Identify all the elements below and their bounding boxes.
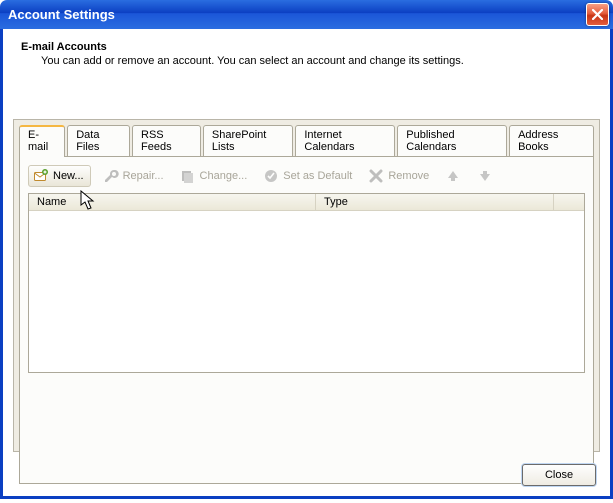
repair-account-button: Repair... <box>99 166 168 186</box>
set-default-button: Set as Default <box>259 166 356 186</box>
tab-address-books[interactable]: Address Books <box>509 125 594 156</box>
remove-account-button: Remove <box>364 166 433 186</box>
tab-rss-feeds[interactable]: RSS Feeds <box>132 125 201 156</box>
list-header: Name Type <box>29 194 584 211</box>
header-title: E-mail Accounts <box>21 41 592 53</box>
tab-email[interactable]: E-mail <box>19 125 65 157</box>
repair-icon <box>103 168 119 184</box>
accounts-list[interactable]: Name Type <box>28 193 585 373</box>
tab-data-files[interactable]: Data Files <box>67 125 130 156</box>
dialog-button-bar: Close <box>522 464 596 486</box>
tab-strip: E-mail Data Files RSS Feeds SharePoint L… <box>14 120 599 156</box>
header-description: You can add or remove an account. You ca… <box>41 55 592 67</box>
remove-icon <box>368 168 384 184</box>
arrow-up-icon <box>445 168 461 184</box>
new-mail-icon <box>33 168 49 184</box>
window-close-button[interactable] <box>586 3 609 26</box>
header-area: E-mail Accounts You can add or remove an… <box>3 29 610 75</box>
new-account-button[interactable]: New... <box>28 165 91 187</box>
titlebar: Account Settings <box>0 0 613 29</box>
move-up-button <box>441 166 465 186</box>
check-circle-icon <box>263 168 279 184</box>
column-spacer <box>554 194 584 210</box>
settings-panel: E-mail Data Files RSS Feeds SharePoint L… <box>13 119 600 452</box>
toolbar: New... Repair... <box>20 157 593 193</box>
move-down-button <box>473 166 497 186</box>
window-title: Account Settings <box>8 7 115 22</box>
close-icon <box>592 9 603 20</box>
tab-internet-calendars[interactable]: Internet Calendars <box>295 125 395 156</box>
change-account-button: Change... <box>176 166 252 186</box>
change-icon <box>180 168 196 184</box>
close-button[interactable]: Close <box>522 464 596 486</box>
tab-published-calendars[interactable]: Published Calendars <box>397 125 507 156</box>
arrow-down-icon <box>477 168 493 184</box>
change-label: Change... <box>200 170 248 182</box>
remove-label: Remove <box>388 170 429 182</box>
column-type[interactable]: Type <box>316 194 554 210</box>
column-name[interactable]: Name <box>29 194 316 210</box>
tab-sharepoint-lists[interactable]: SharePoint Lists <box>203 125 293 156</box>
new-label: New... <box>53 170 84 182</box>
window-body: E-mail Accounts You can add or remove an… <box>0 29 613 499</box>
default-label: Set as Default <box>283 170 352 182</box>
repair-label: Repair... <box>123 170 164 182</box>
tab-content: New... Repair... <box>19 156 594 484</box>
